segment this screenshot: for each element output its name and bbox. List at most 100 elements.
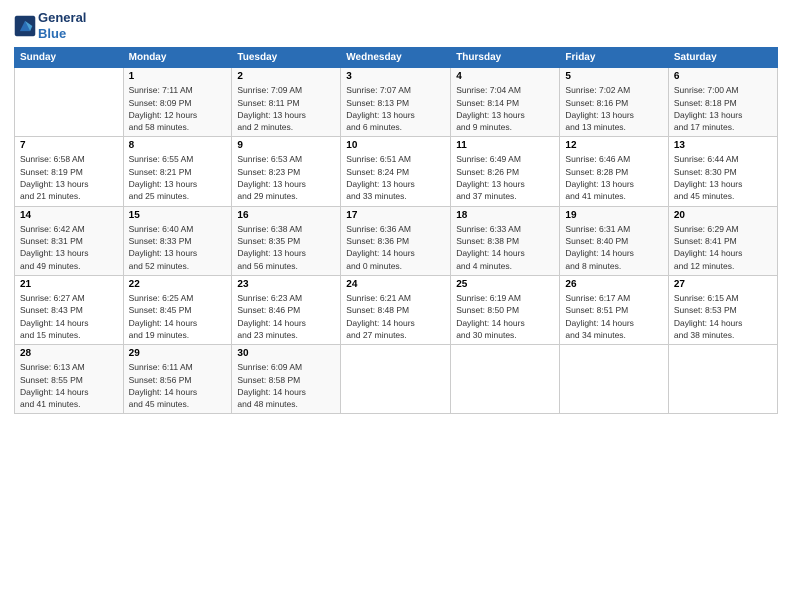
day-info: Sunrise: 6:11 AM Sunset: 8:56 PM Dayligh… xyxy=(129,361,227,410)
calendar-cell: 5 Sunrise: 7:02 AM Sunset: 8:16 PM Daylig… xyxy=(560,68,668,137)
day-info: Sunrise: 6:27 AM Sunset: 8:43 PM Dayligh… xyxy=(20,292,118,341)
calendar-cell: 7Sunrise: 6:58 AM Sunset: 8:19 PM Daylig… xyxy=(15,137,124,206)
weekday-header: Tuesday xyxy=(232,48,341,68)
weekday-header: Monday xyxy=(123,48,232,68)
calendar-cell: 4 Sunrise: 7:04 AM Sunset: 8:14 PM Daylig… xyxy=(451,68,560,137)
day-number: 4 xyxy=(456,71,554,82)
day-number: 25 xyxy=(456,279,554,290)
day-info: Sunrise: 6:38 AM Sunset: 8:35 PM Dayligh… xyxy=(237,223,335,272)
day-info: Sunrise: 7:09 AM Sunset: 8:11 PM Dayligh… xyxy=(237,84,335,133)
day-info: Sunrise: 6:33 AM Sunset: 8:38 PM Dayligh… xyxy=(456,223,554,272)
day-info: Sunrise: 7:11 AM Sunset: 8:09 PM Dayligh… xyxy=(129,84,227,133)
day-info: Sunrise: 6:31 AM Sunset: 8:40 PM Dayligh… xyxy=(565,223,662,272)
calendar-cell: 8 Sunrise: 6:55 AM Sunset: 8:21 PM Daylig… xyxy=(123,137,232,206)
calendar-cell xyxy=(15,68,124,137)
day-number: 11 xyxy=(456,140,554,151)
day-number: 5 xyxy=(565,71,662,82)
weekday-header: Thursday xyxy=(451,48,560,68)
day-number: 30 xyxy=(237,348,335,359)
weekday-header: Sunday xyxy=(15,48,124,68)
day-number: 13 xyxy=(674,140,772,151)
weekday-header: Saturday xyxy=(668,48,777,68)
day-number: 23 xyxy=(237,279,335,290)
calendar-cell: 27 Sunrise: 6:15 AM Sunset: 8:53 PM Dayli… xyxy=(668,275,777,344)
day-number: 18 xyxy=(456,210,554,221)
calendar-cell: 10 Sunrise: 6:51 AM Sunset: 8:24 PM Dayli… xyxy=(341,137,451,206)
calendar-cell: 9 Sunrise: 6:53 AM Sunset: 8:23 PM Daylig… xyxy=(232,137,341,206)
day-info: Sunrise: 7:00 AM Sunset: 8:18 PM Dayligh… xyxy=(674,84,772,133)
day-info: Sunrise: 6:13 AM Sunset: 8:55 PM Dayligh… xyxy=(20,361,118,410)
calendar-week-row: 14 Sunrise: 6:42 AM Sunset: 8:31 PM Dayli… xyxy=(15,206,778,275)
day-info: Sunrise: 6:44 AM Sunset: 8:30 PM Dayligh… xyxy=(674,153,772,202)
day-info: Sunrise: 6:15 AM Sunset: 8:53 PM Dayligh… xyxy=(674,292,772,341)
calendar-cell: 6 Sunrise: 7:00 AM Sunset: 8:18 PM Daylig… xyxy=(668,68,777,137)
calendar-cell: 19 Sunrise: 6:31 AM Sunset: 8:40 PM Dayli… xyxy=(560,206,668,275)
day-number: 9 xyxy=(237,140,335,151)
header: General Blue xyxy=(14,10,778,41)
day-number: 15 xyxy=(129,210,227,221)
day-info: Sunrise: 6:21 AM Sunset: 8:48 PM Dayligh… xyxy=(346,292,445,341)
calendar-cell: 17 Sunrise: 6:36 AM Sunset: 8:36 PM Dayli… xyxy=(341,206,451,275)
calendar-cell: 13 Sunrise: 6:44 AM Sunset: 8:30 PM Dayli… xyxy=(668,137,777,206)
day-number: 10 xyxy=(346,140,445,151)
calendar-cell: 14 Sunrise: 6:42 AM Sunset: 8:31 PM Dayli… xyxy=(15,206,124,275)
calendar-week-row: 28Sunrise: 6:13 AM Sunset: 8:55 PM Dayli… xyxy=(15,345,778,414)
calendar-cell: 18 Sunrise: 6:33 AM Sunset: 8:38 PM Dayli… xyxy=(451,206,560,275)
day-number: 12 xyxy=(565,140,662,151)
day-info: Sunrise: 6:42 AM Sunset: 8:31 PM Dayligh… xyxy=(20,223,118,272)
day-number: 16 xyxy=(237,210,335,221)
day-number: 2 xyxy=(237,71,335,82)
day-info: Sunrise: 6:58 AM Sunset: 8:19 PM Dayligh… xyxy=(20,153,118,202)
calendar-cell: 22 Sunrise: 6:25 AM Sunset: 8:45 PM Dayli… xyxy=(123,275,232,344)
calendar-cell: 15 Sunrise: 6:40 AM Sunset: 8:33 PM Dayli… xyxy=(123,206,232,275)
calendar-cell: 26 Sunrise: 6:17 AM Sunset: 8:51 PM Dayli… xyxy=(560,275,668,344)
day-number: 26 xyxy=(565,279,662,290)
day-number: 27 xyxy=(674,279,772,290)
day-info: Sunrise: 7:07 AM Sunset: 8:13 PM Dayligh… xyxy=(346,84,445,133)
calendar-table: SundayMondayTuesdayWednesdayThursdayFrid… xyxy=(14,47,778,414)
day-info: Sunrise: 6:53 AM Sunset: 8:23 PM Dayligh… xyxy=(237,153,335,202)
day-info: Sunrise: 6:25 AM Sunset: 8:45 PM Dayligh… xyxy=(129,292,227,341)
day-info: Sunrise: 6:17 AM Sunset: 8:51 PM Dayligh… xyxy=(565,292,662,341)
day-info: Sunrise: 6:36 AM Sunset: 8:36 PM Dayligh… xyxy=(346,223,445,272)
calendar-cell: 23Sunrise: 6:23 AM Sunset: 8:46 PM Dayli… xyxy=(232,275,341,344)
calendar-week-row: 1 Sunrise: 7:11 AM Sunset: 8:09 PM Daylig… xyxy=(15,68,778,137)
day-number: 29 xyxy=(129,348,227,359)
calendar-cell: 24 Sunrise: 6:21 AM Sunset: 8:48 PM Dayli… xyxy=(341,275,451,344)
day-number: 6 xyxy=(674,71,772,82)
calendar-week-row: 7Sunrise: 6:58 AM Sunset: 8:19 PM Daylig… xyxy=(15,137,778,206)
day-info: Sunrise: 6:09 AM Sunset: 8:58 PM Dayligh… xyxy=(237,361,335,410)
day-number: 14 xyxy=(20,210,118,221)
day-info: Sunrise: 6:29 AM Sunset: 8:41 PM Dayligh… xyxy=(674,223,772,272)
calendar-cell: 30 Sunrise: 6:09 AM Sunset: 8:58 PM Dayli… xyxy=(232,345,341,414)
day-number: 17 xyxy=(346,210,445,221)
calendar-cell: 29 Sunrise: 6:11 AM Sunset: 8:56 PM Dayli… xyxy=(123,345,232,414)
logo-icon xyxy=(14,15,36,37)
weekday-header: Wednesday xyxy=(341,48,451,68)
calendar-cell xyxy=(560,345,668,414)
header-row: SundayMondayTuesdayWednesdayThursdayFrid… xyxy=(15,48,778,68)
day-number: 22 xyxy=(129,279,227,290)
weekday-header: Friday xyxy=(560,48,668,68)
calendar-cell: 21 Sunrise: 6:27 AM Sunset: 8:43 PM Dayli… xyxy=(15,275,124,344)
calendar-cell: 11 Sunrise: 6:49 AM Sunset: 8:26 PM Dayli… xyxy=(451,137,560,206)
day-info: Sunrise: 6:55 AM Sunset: 8:21 PM Dayligh… xyxy=(129,153,227,202)
logo-text: General Blue xyxy=(38,10,86,41)
calendar-cell: 12Sunrise: 6:46 AM Sunset: 8:28 PM Dayli… xyxy=(560,137,668,206)
day-number: 20 xyxy=(674,210,772,221)
calendar-cell xyxy=(668,345,777,414)
day-number: 1 xyxy=(129,71,227,82)
day-info: Sunrise: 6:40 AM Sunset: 8:33 PM Dayligh… xyxy=(129,223,227,272)
day-info: Sunrise: 7:04 AM Sunset: 8:14 PM Dayligh… xyxy=(456,84,554,133)
day-number: 3 xyxy=(346,71,445,82)
day-number: 8 xyxy=(129,140,227,151)
day-info: Sunrise: 7:02 AM Sunset: 8:16 PM Dayligh… xyxy=(565,84,662,133)
calendar-cell: 2 Sunrise: 7:09 AM Sunset: 8:11 PM Daylig… xyxy=(232,68,341,137)
day-number: 24 xyxy=(346,279,445,290)
logo: General Blue xyxy=(14,10,86,41)
day-info: Sunrise: 6:51 AM Sunset: 8:24 PM Dayligh… xyxy=(346,153,445,202)
day-info: Sunrise: 6:49 AM Sunset: 8:26 PM Dayligh… xyxy=(456,153,554,202)
calendar-cell xyxy=(451,345,560,414)
day-number: 19 xyxy=(565,210,662,221)
day-number: 21 xyxy=(20,279,118,290)
